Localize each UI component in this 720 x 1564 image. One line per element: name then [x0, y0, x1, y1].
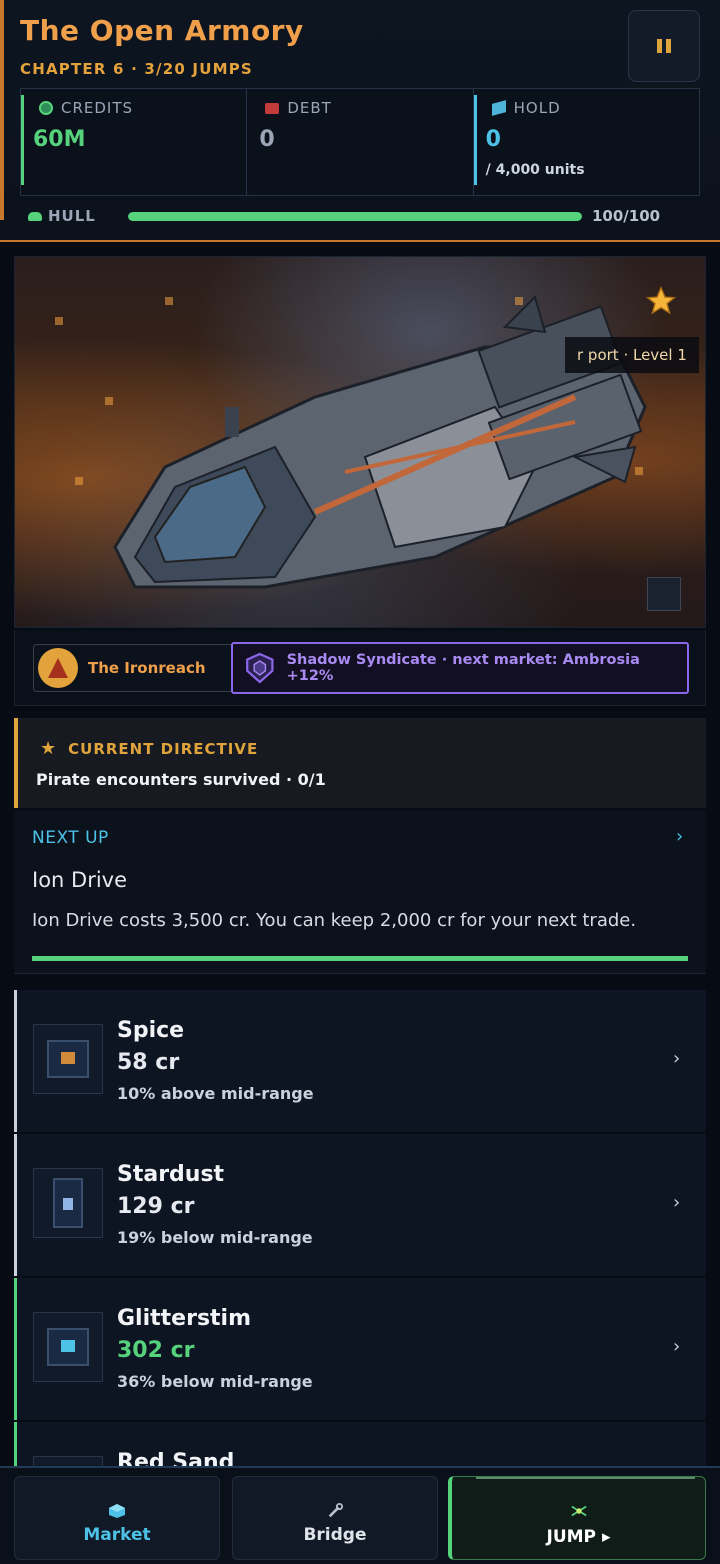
debt-icon: [265, 102, 280, 114]
shield-icon: [246, 652, 274, 684]
jump-button[interactable]: JUMP ▸: [448, 1476, 706, 1560]
goods-row-stardust[interactable]: Stardust 129 cr 19% below mid-range ›: [14, 1134, 706, 1276]
pause-icon: [657, 39, 671, 53]
stats-panel: CREDITS 60M DEBT 0 HOLD 0 / 4,000 units: [20, 88, 700, 196]
hull-bar: [128, 211, 582, 221]
chevron-right-icon: ›: [673, 1336, 681, 1357]
good-price: 58 cr: [117, 1050, 180, 1075]
good-price: 129 cr: [117, 1194, 195, 1219]
hull-icon: [28, 211, 42, 221]
coin-icon: [39, 101, 53, 115]
nav-bridge-button[interactable]: Bridge: [232, 1476, 438, 1560]
directive-text: Pirate encounters survived · 0/1: [36, 770, 326, 789]
goods-row-glitterstim[interactable]: Glitterstim 302 cr 36% below mid-range ›: [14, 1278, 706, 1420]
chapter-progress: CHAPTER 6 · 3/20 JUMPS: [20, 60, 253, 78]
top-bar: The Open Armory CHAPTER 6 · 3/20 JUMPS C…: [0, 0, 720, 242]
goods-row-spice[interactable]: Spice 58 cr 10% above mid-range ›: [14, 990, 706, 1132]
nav-market-label: Market: [83, 1525, 151, 1545]
stat-hold: HOLD 0 / 4,000 units: [473, 89, 699, 195]
stardust-thumbnail: [33, 1168, 103, 1238]
next-up-label: NEXT UP: [32, 828, 109, 848]
wrench-icon: [328, 1503, 343, 1518]
directive-star-icon: ★: [40, 738, 57, 759]
good-name: Stardust: [117, 1162, 225, 1187]
chevron-right-icon: ›: [673, 1192, 681, 1213]
glitterstim-thumbnail: [33, 1312, 103, 1382]
terminal-icon[interactable]: [647, 577, 681, 611]
next-up-card[interactable]: NEXT UP › Ion Drive Ion Drive costs 3,50…: [14, 810, 706, 974]
good-price-note: 19% below mid-range: [117, 1228, 313, 1247]
next-up-name: Ion Drive: [32, 868, 128, 892]
credits-value: 60M: [33, 127, 86, 152]
good-name: Red Sand: [117, 1450, 235, 1466]
faction-tags: The Ironreach Shadow Syndicate · next ma…: [14, 630, 706, 706]
port-level-tag: r port · Level 1: [565, 337, 699, 373]
hold-capacity: / 4,000 units: [485, 162, 585, 178]
chevron-right-icon[interactable]: ›: [676, 826, 683, 847]
spice-thumbnail: [33, 1024, 103, 1094]
stat-credits: CREDITS 60M: [21, 89, 248, 195]
ironreach-emblem-icon: [38, 648, 78, 688]
ironreach-label: The Ironreach: [88, 659, 206, 677]
goods-list: Spice 58 cr 10% above mid-range › Stardu…: [14, 990, 706, 1466]
debt-label: DEBT: [287, 99, 332, 117]
hyperspace-icon: [570, 1505, 587, 1517]
good-name: Spice: [117, 1018, 185, 1043]
credits-label: CREDITS: [61, 99, 134, 117]
hull-value: 100/100: [592, 207, 661, 225]
cargo-icon: [109, 1504, 125, 1518]
ship-scene-image: r port · Level 1: [14, 256, 706, 628]
star-icon[interactable]: [645, 285, 677, 317]
good-price-note: 10% above mid-range: [117, 1084, 314, 1103]
next-up-progress: [32, 956, 688, 961]
current-directive-card: ★ CURRENT DIRECTIVE Pirate encounters su…: [14, 718, 706, 808]
shadow-syndicate-tag[interactable]: Shadow Syndicate · next market: Ambrosia…: [231, 642, 689, 694]
goods-row-red-sand[interactable]: Red Sand: [14, 1422, 706, 1466]
hull-bar-fill: [128, 211, 582, 221]
stat-debt: DEBT 0: [247, 89, 474, 195]
ship-illustration: [113, 295, 647, 589]
shadow-syndicate-label: Shadow Syndicate · next market: Ambrosia…: [286, 652, 640, 684]
page-title: The Open Armory: [20, 14, 304, 47]
ironreach-tag[interactable]: The Ironreach: [33, 644, 233, 692]
hold-value: 0: [485, 127, 501, 152]
next-up-progress-fill: [32, 956, 688, 961]
jump-label: JUMP ▸: [546, 1527, 611, 1547]
pause-button[interactable]: [628, 10, 700, 82]
debt-value: 0: [259, 127, 275, 152]
hold-accent-bar: [473, 95, 477, 185]
red-sand-thumbnail: [33, 1456, 103, 1466]
nav-market-button[interactable]: Market: [14, 1476, 220, 1560]
hull-label: HULL: [48, 207, 96, 225]
directive-label: CURRENT DIRECTIVE: [68, 739, 259, 758]
nav-bridge-label: Bridge: [303, 1525, 367, 1545]
chevron-right-icon: ›: [673, 1048, 681, 1069]
hull-status: HULL 100/100: [28, 204, 668, 228]
next-up-description: Ion Drive costs 3,500 cr. You can keep 2…: [32, 910, 637, 931]
credits-accent-bar: [21, 95, 24, 185]
good-price-note: 36% below mid-range: [117, 1372, 313, 1391]
good-name: Glitterstim: [117, 1306, 252, 1331]
header-accent-stripe: [0, 0, 4, 220]
cargo-icon: [491, 100, 506, 116]
bottom-nav: Market Bridge JUMP ▸: [0, 1466, 720, 1564]
good-price: 302 cr: [117, 1338, 195, 1363]
hold-label: HOLD: [513, 99, 561, 117]
